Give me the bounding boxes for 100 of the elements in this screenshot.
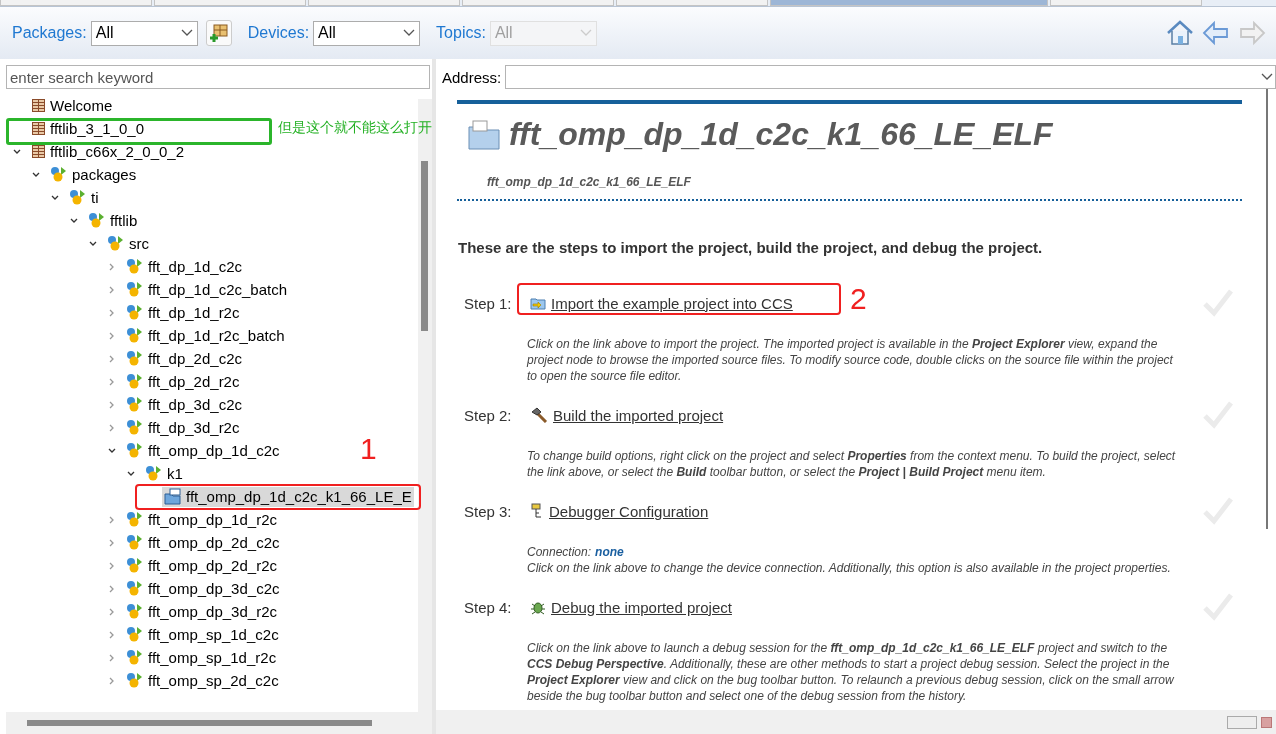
step-description: Click on the link above to import the project. The imported project is available in the Project Explorer view, expand the project node to browse the imported source files. To modify source code, double clicks on the source file within the project to open the source file editor. — [527, 336, 1174, 384]
step-link[interactable]: Debugger Configuration — [549, 502, 709, 520]
import-folder-icon — [530, 296, 546, 310]
annotation-number: 1 — [360, 434, 377, 464]
project-folder-icon — [467, 118, 501, 151]
tree-item[interactable]: fft_dp_1d_c2c — [124, 256, 244, 277]
package-folder-icon — [126, 603, 144, 620]
tree-item[interactable]: fft_omp_dp_1d_c2c_k1_66_LE_E — [162, 486, 414, 507]
editor-tab[interactable] — [616, 0, 768, 6]
package-folder-icon — [126, 281, 144, 298]
package-folder-icon — [88, 212, 106, 229]
step-description: Click on the link above to change the device connection. Additionally, this option is also available in the project properties. — [527, 560, 1172, 576]
step-description: To change build options, right click on the project and select Properties from the context menu. To build the project, select the link above, or select the Build toolbar button, or select the Project | Build Project menu item. — [527, 448, 1177, 480]
package-folder-icon — [126, 580, 144, 597]
editor-tab[interactable] — [154, 0, 306, 6]
step-label: Step 4: — [464, 598, 513, 616]
page-subtitle: fft_omp_dp_1d_c2c_k1_66_LE_ELF — [487, 175, 692, 189]
step-link[interactable]: Import the example project into CCS — [551, 294, 793, 312]
editor-tab[interactable] — [1050, 0, 1202, 6]
editor-tab[interactable] — [0, 0, 152, 6]
package-folder-icon — [126, 373, 144, 390]
package-folder-icon — [145, 465, 163, 482]
tree-item[interactable]: k1 — [143, 463, 185, 484]
nav-button[interactable] — [1202, 20, 1230, 46]
tree-item[interactable]: fft_dp_1d_r2c — [124, 302, 242, 323]
tree-item[interactable]: packages — [48, 164, 139, 185]
page-title: fft_omp_dp_1d_c2c_k1_66_LE_ELF — [509, 116, 1053, 153]
filter-dropdown[interactable]: All — [313, 20, 421, 46]
package-folder-icon — [69, 189, 87, 206]
tree-item[interactable]: fftlib_3_1_0_0 — [29, 118, 146, 139]
step-label: Step 1: — [464, 294, 513, 312]
horizontal-scrollbar[interactable] — [6, 712, 432, 734]
caret-icon — [180, 29, 193, 37]
tree-item[interactable]: fft_omp_dp_1d_c2c — [124, 440, 282, 461]
tree-item[interactable]: fft_omp_sp_1d_r2c — [124, 647, 279, 668]
tree-item[interactable]: fft_omp_dp_3d_r2c — [124, 601, 279, 622]
package-folder-icon — [126, 350, 144, 367]
package-folder-icon — [126, 258, 144, 275]
step-description: Click on the link above to launch a debug session for the fft_omp_dp_1d_c2c_k1_66_LE_ELF project and switch to the CCS Debug Perspective. Additionally, these are other methods to start a project debug session. Select the project in the Project Explorer view and click on the bug toolbar button. To relaunch a previous debug session, click on the small arrow beside the bug toolbar button and select one of the debug session from the history. — [527, 640, 1175, 704]
filter-label: Topics: — [436, 24, 486, 42]
tree-item[interactable]: fft_omp_dp_3d_c2c — [124, 578, 282, 599]
tree-item[interactable]: fft_omp_dp_1d_r2c — [124, 509, 279, 530]
filter-label: Packages: — [12, 24, 87, 42]
tree-item[interactable]: Welcome — [29, 95, 115, 116]
step-link[interactable]: Build the imported project — [553, 406, 724, 424]
caret-icon — [403, 29, 416, 37]
address-label: Address: — [442, 68, 502, 86]
editor-tab[interactable] — [462, 0, 614, 6]
tree-item[interactable]: fftlib — [86, 210, 140, 231]
caret-icon — [579, 29, 592, 37]
package-folder-icon — [126, 396, 144, 413]
filter-label: Devices: — [247, 24, 310, 42]
tree-item[interactable]: fft_omp_dp_2d_c2c — [124, 532, 282, 553]
package-folder-icon — [126, 557, 144, 574]
package-folder-icon — [50, 166, 68, 183]
tree-item[interactable]: fft_dp_2d_r2c — [124, 371, 242, 392]
package-folder-icon — [126, 419, 144, 436]
tree-item[interactable]: fft_dp_1d_c2c_batch — [124, 279, 289, 300]
package-folder-icon — [126, 626, 144, 643]
forward-arrow-icon — [1238, 20, 1266, 46]
editor-tab[interactable] — [308, 0, 460, 6]
annotation-number: 2 — [850, 284, 867, 314]
project-folder-icon — [164, 488, 182, 505]
tree-item[interactable]: ti — [67, 187, 101, 208]
home-icon — [1166, 19, 1194, 47]
add-package-button[interactable] — [205, 20, 232, 46]
tree-item[interactable]: fft_dp_3d_c2c — [124, 394, 244, 415]
tree-item[interactable]: fft_dp_3d_r2c — [124, 417, 242, 438]
tree-item[interactable]: fftlib_c66x_2_0_0_2 — [29, 141, 186, 162]
nav-button[interactable] — [1166, 19, 1194, 47]
package-icon — [31, 144, 46, 159]
tree-item[interactable]: src — [105, 233, 151, 254]
package-folder-icon — [126, 511, 144, 528]
vertical-scrollbar[interactable] — [418, 99, 432, 712]
tree-item[interactable]: fft_omp_dp_2d_r2c — [124, 555, 279, 576]
package-folder-icon — [126, 672, 144, 689]
tree-item[interactable]: fft_omp_sp_2d_c2c — [124, 670, 281, 691]
step-link[interactable]: Debug the imported project — [551, 598, 732, 616]
tree-item[interactable]: fft_omp_sp_1d_c2c — [124, 624, 281, 645]
stop-icon[interactable] — [1261, 716, 1272, 728]
bug-icon — [530, 599, 546, 615]
tree-item[interactable]: fft_dp_2d_c2c — [124, 348, 244, 369]
package-folder-icon — [126, 304, 144, 321]
address-field[interactable] — [505, 65, 1276, 89]
package-folder-icon — [107, 235, 125, 252]
debug-config-icon — [530, 503, 544, 519]
step-label: Step 3: — [464, 502, 513, 520]
filter-dropdown[interactable]: All — [90, 20, 198, 46]
package-folder-icon — [126, 442, 144, 459]
intro-text: These are the steps to import the project, build the project, and debug the project. — [458, 239, 1044, 256]
package-folder-icon — [126, 649, 144, 666]
step-label: Step 2: — [464, 406, 513, 424]
tree-item[interactable]: fft_dp_1d_r2c_batch — [124, 325, 287, 346]
package-folder-icon — [126, 534, 144, 551]
connection-value: none — [595, 544, 624, 560]
package-folder-icon — [126, 327, 144, 344]
caret-icon — [1261, 73, 1273, 81]
package-icon — [31, 121, 46, 136]
hammer-icon — [530, 407, 548, 423]
search-field[interactable]: enter search keyword — [6, 65, 430, 89]
